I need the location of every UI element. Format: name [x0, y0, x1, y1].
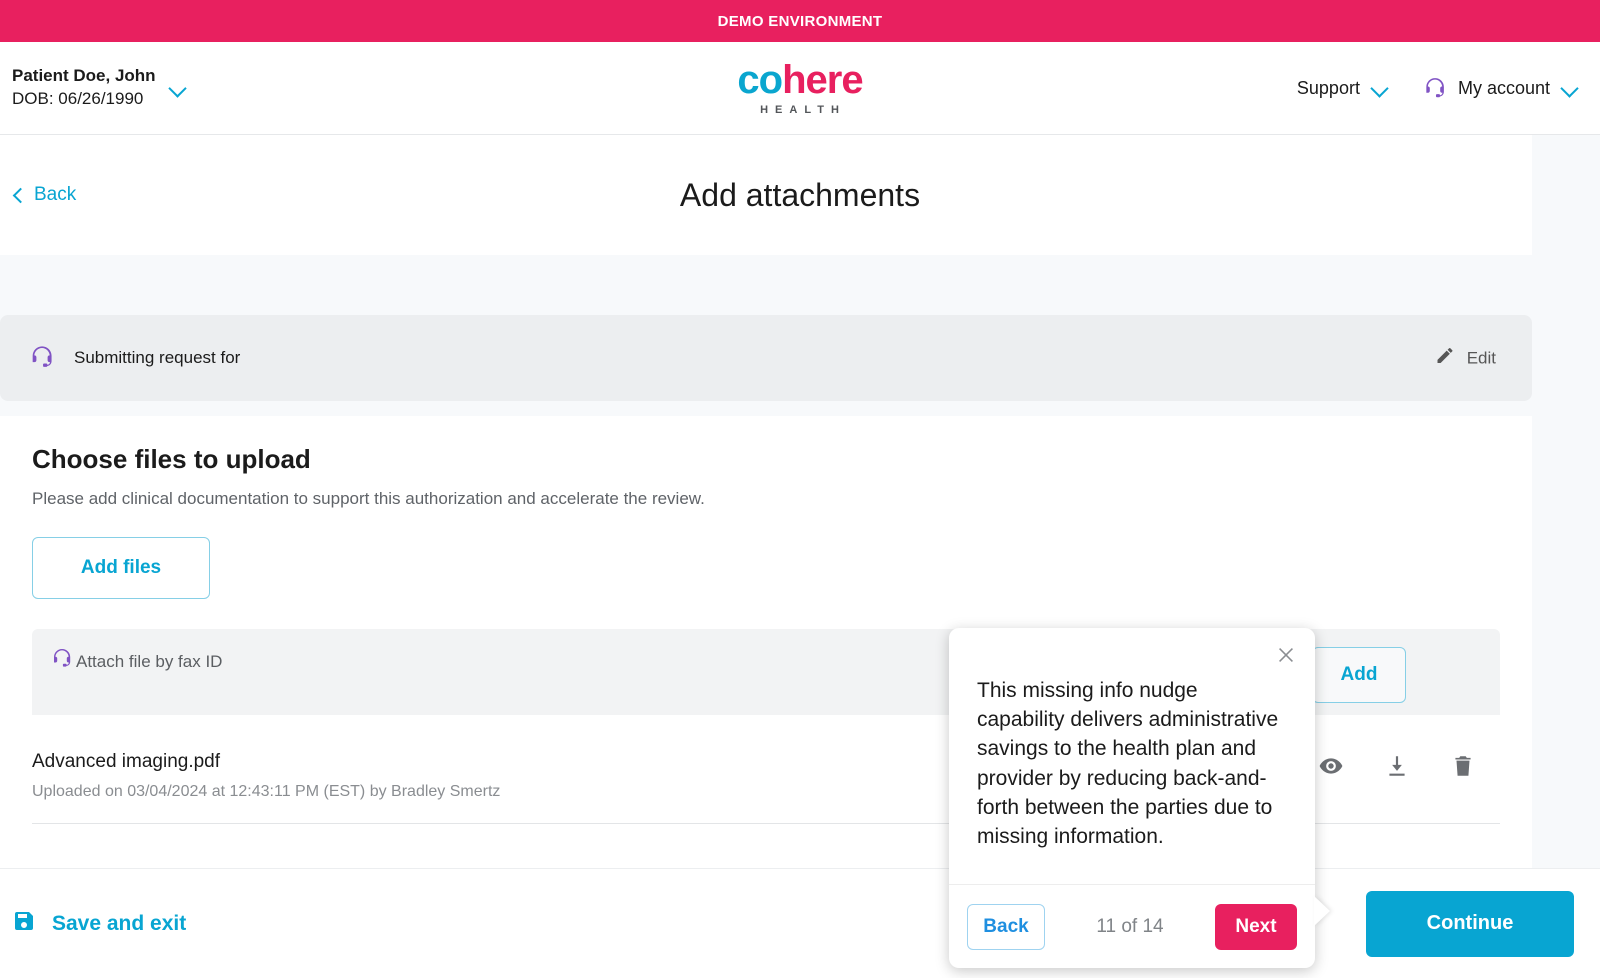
save-and-exit-button[interactable]: Save and exit [12, 909, 186, 939]
missing-info-nudge-popover: This missing info nudge capability deliv… [949, 628, 1330, 968]
back-label: Back [34, 184, 77, 205]
save-icon [12, 909, 36, 939]
support-menu[interactable]: Support [1297, 78, 1388, 99]
cohere-health-logo: cohere HEALTH [737, 58, 863, 116]
submitting-request-banner: Submitting request for Edit [0, 315, 1532, 401]
trash-icon[interactable] [1450, 753, 1476, 779]
nudge-pointer-arrow [1314, 896, 1330, 926]
add-files-button[interactable]: Add files [32, 537, 210, 599]
upload-subtext: Please add clinical documentation to sup… [32, 489, 705, 508]
close-icon[interactable] [1273, 642, 1299, 668]
headset-icon [28, 344, 56, 372]
pencil-icon [1435, 346, 1455, 371]
patient-name: Patient Doe, John [12, 66, 156, 86]
patient-dob: DOB: 06/26/1990 [12, 89, 144, 108]
file-actions [1318, 753, 1476, 779]
upload-heading: Choose files to upload [32, 444, 311, 474]
chevron-down-icon[interactable] [1372, 80, 1388, 96]
chevron-left-icon [12, 189, 24, 201]
submitting-request-label: Submitting request for [74, 348, 241, 367]
continue-button[interactable]: Continue [1366, 890, 1574, 957]
nudge-next-button[interactable]: Next [1214, 903, 1297, 950]
edit-label: Edit [1466, 348, 1496, 367]
chevron-down-icon[interactable] [170, 80, 186, 96]
download-icon[interactable] [1384, 753, 1410, 779]
file-name: Advanced imaging.pdf [32, 751, 221, 772]
page-title-bar: Back Add attachments [0, 135, 1600, 255]
nudge-footer: Back 11 of 14 Next [949, 884, 1315, 968]
logo-text-co: co [737, 58, 783, 102]
demo-environment-banner: DEMO ENVIRONMENT [0, 0, 1600, 42]
nudge-back-button[interactable]: Back [967, 903, 1045, 950]
eye-icon[interactable] [1318, 753, 1344, 779]
support-label: Support [1296, 77, 1360, 98]
headset-icon [50, 647, 74, 676]
logo-text-here: here [782, 58, 863, 102]
app-root: DEMO ENVIRONMENT Patient Doe, John DOB: … [0, 0, 1600, 978]
right-rail [1532, 135, 1600, 868]
my-account-label: My account [1457, 77, 1550, 98]
app-header: Patient Doe, John DOB: 06/26/1990 cohere… [0, 42, 1600, 135]
chevron-down-icon[interactable] [1562, 80, 1578, 96]
demo-environment-label: DEMO ENVIRONMENT [717, 12, 883, 30]
my-account-menu[interactable]: My account [1422, 76, 1578, 100]
patient-info: Patient Doe, John DOB: 06/26/1990 [12, 65, 156, 111]
page-title: Add attachments [679, 176, 921, 213]
fax-id-label: Attach file by fax ID [76, 651, 223, 671]
file-info: Advanced imaging.pdf Uploaded on 03/04/2… [32, 751, 500, 801]
nudge-text: This missing info nudge capability deliv… [977, 679, 1279, 848]
back-link[interactable]: Back [12, 184, 76, 206]
patient-selector[interactable]: Patient Doe, John DOB: 06/26/1990 [0, 65, 186, 111]
fax-id-label-group: Attach file by fax ID [32, 629, 222, 676]
headset-icon [1422, 76, 1446, 100]
page-footer: Save and exit Continue [0, 868, 1600, 978]
logo-wordmark: cohere [737, 58, 863, 102]
add-fax-button[interactable]: Add [1312, 647, 1406, 703]
content-spacer [0, 255, 1600, 315]
save-and-exit-label: Save and exit [52, 911, 187, 935]
logo-subtext: HEALTH [760, 104, 846, 116]
edit-button[interactable]: Edit [1435, 346, 1496, 371]
header-actions: Support My account [1297, 76, 1578, 100]
nudge-step-counter: 11 of 14 [1096, 915, 1164, 937]
file-upload-meta: Uploaded on 03/04/2024 at 12:43:11 PM (E… [32, 783, 501, 800]
